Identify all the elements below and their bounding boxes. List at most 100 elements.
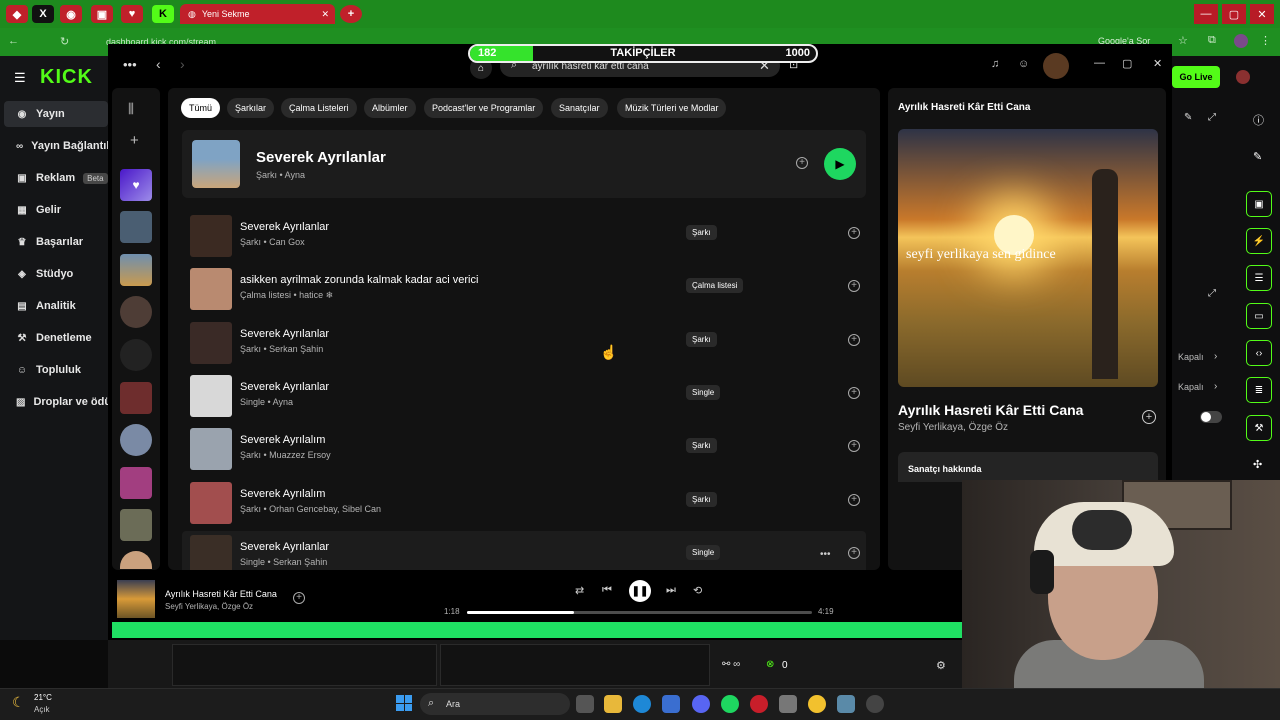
- tool-chat-icon[interactable]: ▭: [1246, 303, 1272, 329]
- add-to-library-icon[interactable]: +: [848, 333, 860, 346]
- tool-bolt-icon[interactable]: ⚡: [1246, 228, 1272, 254]
- x-tab-icon[interactable]: X: [32, 5, 54, 23]
- expand-icon[interactable]: ⤢: [1208, 112, 1216, 123]
- pencil-icon[interactable]: ✎: [1184, 112, 1192, 123]
- add-to-library-icon[interactable]: +: [848, 493, 860, 506]
- result-row[interactable]: Severek Ayrılanlar Şarkı • Serkan Şahin Şa…: [182, 318, 866, 368]
- edit-icon[interactable]: ✎: [1253, 150, 1262, 163]
- previous-icon[interactable]: ⏮: [602, 584, 612, 597]
- chevron-right-icon[interactable]: ›: [1214, 351, 1217, 362]
- discord-icon[interactable]: [692, 695, 710, 713]
- windows-start-icon[interactable]: [396, 695, 412, 711]
- tab-app-icon-3[interactable]: ◉: [60, 5, 82, 23]
- hamburger-menu-icon[interactable]: ☰: [14, 70, 26, 86]
- tab-app-icon-1[interactable]: ◆: [6, 5, 28, 23]
- close-tab-icon[interactable]: ✕: [321, 9, 329, 20]
- maximize-icon[interactable]: ▢: [1222, 4, 1246, 24]
- result-subtitle[interactable]: Şarkı • Can Gox: [240, 237, 305, 247]
- kick-nav-item[interactable]: ♛ Başarılar: [0, 230, 108, 254]
- filter-chip[interactable]: Müzik Türleri ve Modlar: [617, 98, 727, 118]
- browser-menu-icon[interactable]: ⋮: [1260, 34, 1271, 47]
- filter-chip[interactable]: Sanatçılar: [551, 98, 608, 118]
- kick-nav-item[interactable]: ◈ Stüdyo: [0, 262, 108, 286]
- app-icon[interactable]: [750, 695, 768, 713]
- kick-nav-item[interactable]: ∞ Yayın Bağlantıları: [0, 134, 108, 158]
- kick-nav-item[interactable]: ◉ Yayın: [0, 102, 108, 126]
- repeat-icon[interactable]: ⟲: [693, 584, 702, 597]
- store-icon[interactable]: [662, 695, 680, 713]
- result-title[interactable]: Severek Ayrılanlar: [240, 541, 329, 553]
- go-live-button[interactable]: Go Live: [1172, 66, 1220, 88]
- result-row[interactable]: Severek Ayrılalım Şarkı • Muazzez Ersoy Şa…: [182, 424, 866, 474]
- library-item[interactable]: [120, 382, 152, 414]
- kick-nav-item[interactable]: ▤ Analitik: [0, 294, 108, 318]
- filter-chip[interactable]: Albümler: [364, 98, 416, 118]
- close-window-icon[interactable]: ✕: [1250, 4, 1274, 24]
- row-more-options-icon[interactable]: •••: [820, 549, 831, 560]
- tool-code-icon[interactable]: ‹›: [1246, 340, 1272, 366]
- kick-nav-item[interactable]: ▨ Droplar ve ödüller: [0, 390, 108, 414]
- new-tab-button[interactable]: +: [340, 5, 362, 23]
- result-subtitle[interactable]: Şarkı • Muazzez Ersoy: [240, 450, 331, 460]
- heart-tab-icon[interactable]: ♥: [121, 5, 143, 23]
- spotify-icon[interactable]: [721, 695, 739, 713]
- settings-gear-icon[interactable]: ⚙: [936, 659, 946, 672]
- result-subtitle[interactable]: Single • Ayna: [240, 397, 293, 407]
- result-title[interactable]: Severek Ayrılanlar: [240, 381, 329, 393]
- library-item[interactable]: [120, 339, 152, 371]
- library-icon[interactable]: ⫼: [128, 101, 134, 117]
- add-to-library-icon[interactable]: +: [848, 280, 860, 293]
- result-row[interactable]: asikken ayrilmak zorunda kalmak kadar ac…: [182, 264, 866, 314]
- add-to-library-icon[interactable]: +: [848, 440, 860, 453]
- tab-new-tab[interactable]: ◍ Yeni Sekme ✕: [180, 4, 335, 24]
- spotify-maximize-icon[interactable]: ▢: [1122, 57, 1132, 70]
- back-icon[interactable]: ←: [8, 35, 19, 47]
- kick-nav-item[interactable]: ⚒ Denetleme: [0, 326, 108, 350]
- kick-nav-item[interactable]: ▣ Reklam Beta: [0, 166, 108, 190]
- player-add-icon[interactable]: +: [293, 592, 305, 604]
- progress-bar[interactable]: [467, 611, 812, 614]
- player-title[interactable]: Ayrılık Hasreti Kâr Etti Cana: [165, 589, 277, 599]
- taskbar-search[interactable]: ⌕ Ara: [420, 693, 570, 715]
- library-item[interactable]: [120, 211, 152, 243]
- tool-list-icon[interactable]: ☰: [1246, 265, 1272, 291]
- kick-nav-item[interactable]: ▦ Gelir: [0, 198, 108, 222]
- file-explorer-icon[interactable]: [604, 695, 622, 713]
- app-icon-2[interactable]: [779, 695, 797, 713]
- weather-desc[interactable]: Açık: [34, 705, 50, 714]
- weather-temp[interactable]: 21°C: [34, 693, 52, 702]
- result-subtitle[interactable]: Single • Serkan Şahin: [240, 557, 327, 567]
- chrome-icon[interactable]: [808, 695, 826, 713]
- result-title[interactable]: Severek Ayrılanlar: [240, 221, 329, 233]
- tool-wrench-icon[interactable]: ⚒: [1246, 415, 1272, 441]
- top-result-play-button[interactable]: ▶: [824, 148, 856, 180]
- library-item[interactable]: [120, 296, 152, 328]
- result-subtitle[interactable]: Şarkı • Orhan Gencebay, Sibel Can: [240, 504, 381, 514]
- nav-back-icon[interactable]: ‹: [156, 56, 161, 72]
- result-title[interactable]: Severek Ayrılalım: [240, 434, 325, 446]
- toggle-switch[interactable]: [1200, 411, 1222, 423]
- top-result-add-icon[interactable]: +: [796, 157, 808, 169]
- result-row[interactable]: Severek Ayrılanlar Şarkı • Can Gox Şarkı +: [182, 211, 866, 261]
- liked-songs-icon[interactable]: ♥: [120, 169, 152, 201]
- library-item[interactable]: [120, 254, 152, 286]
- filter-chip[interactable]: Podcast'ler ve Programlar: [424, 98, 544, 118]
- star-icon[interactable]: ☆: [1178, 34, 1188, 47]
- top-result-card[interactable]: Severek Ayrılanlar Şarkı • Ayna +: [182, 130, 866, 198]
- minimize-icon[interactable]: —: [1194, 4, 1218, 24]
- add-to-library-icon[interactable]: +: [848, 546, 860, 559]
- profile-avatar[interactable]: [1234, 34, 1248, 48]
- kick-logo[interactable]: KICK: [40, 66, 93, 89]
- library-item[interactable]: [120, 424, 152, 456]
- library-item[interactable]: [120, 509, 152, 541]
- result-title[interactable]: Severek Ayrılanlar: [240, 328, 329, 340]
- puzzle-icon[interactable]: ✣: [1253, 458, 1262, 471]
- tab-app-icon-4[interactable]: ▣: [91, 5, 113, 23]
- friends-icon[interactable]: ☺: [1018, 58, 1029, 70]
- result-title[interactable]: Severek Ayrılalım: [240, 488, 325, 500]
- tool-layers-icon[interactable]: ≣: [1246, 377, 1272, 403]
- result-title[interactable]: asikken ayrilmak zorunda kalmak kadar ac…: [240, 274, 478, 286]
- task-view-icon[interactable]: [576, 695, 594, 713]
- add-to-library-icon[interactable]: +: [848, 386, 860, 399]
- result-subtitle[interactable]: Çalma listesi • hatice ❄: [240, 290, 333, 301]
